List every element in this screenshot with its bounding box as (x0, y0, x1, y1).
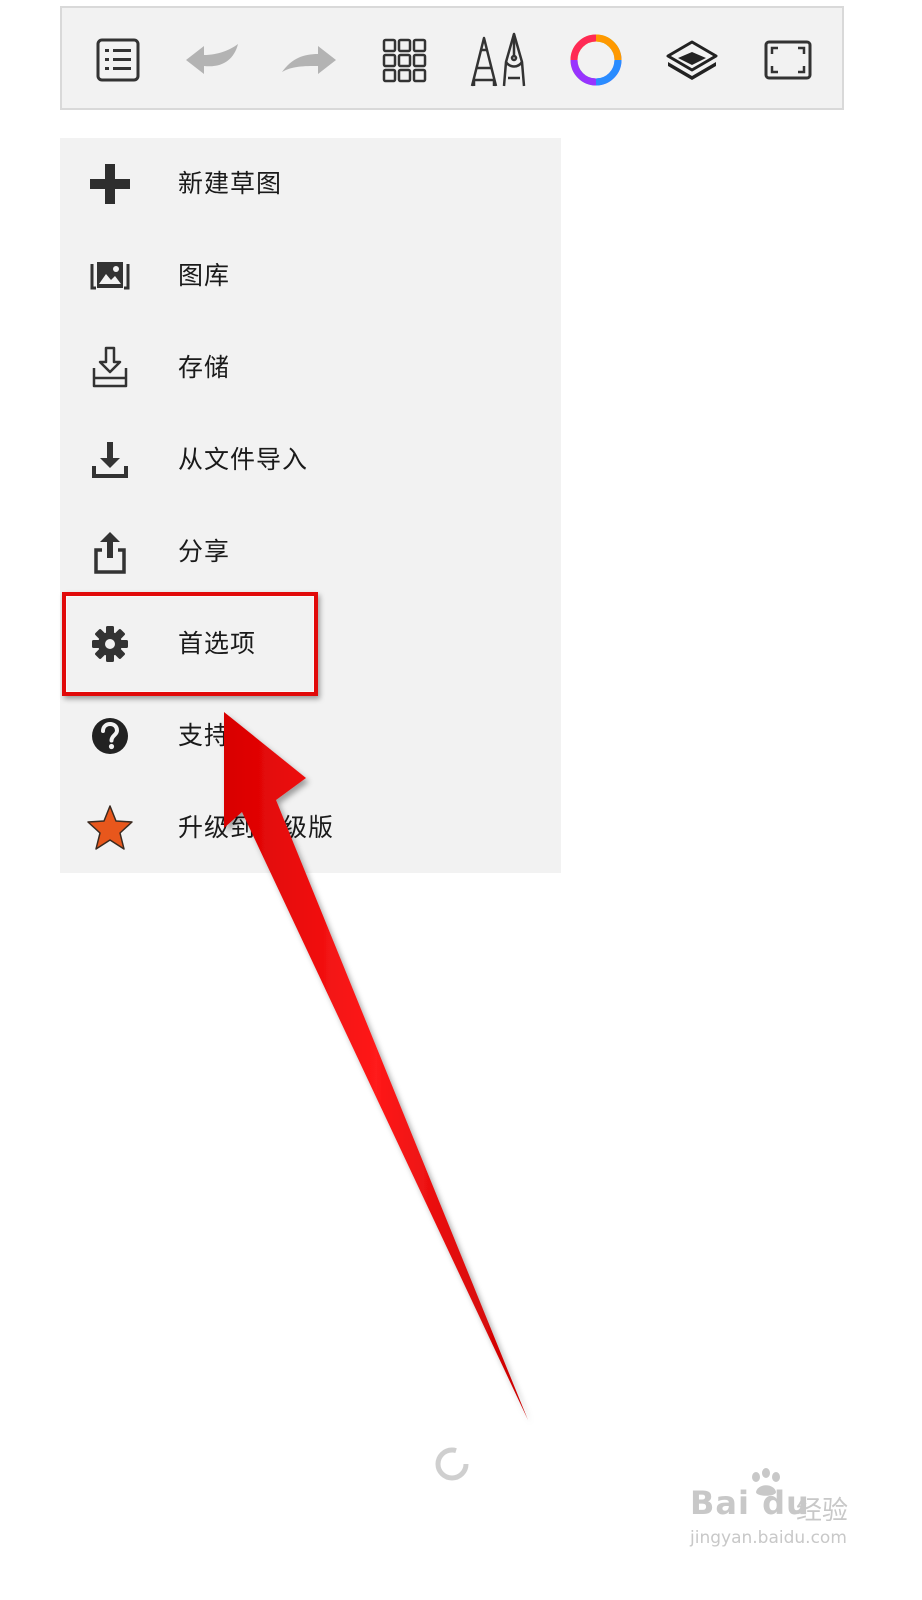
import-icon (86, 436, 134, 484)
watermark-url: jingyan.baidu.com (690, 1528, 847, 1548)
toolbar (60, 6, 844, 110)
menu-list-icon[interactable] (86, 28, 150, 92)
layers-icon[interactable] (660, 28, 724, 92)
share-icon (86, 528, 134, 576)
menu-item-new-sketch[interactable]: 新建草图 (60, 138, 561, 230)
fullscreen-icon[interactable] (756, 28, 820, 92)
menu-item-save[interactable]: 存储 (60, 322, 561, 414)
watermark-brand: Bai du (690, 1484, 810, 1522)
watermark-sub: 经验 (796, 1496, 849, 1526)
loading-spinner-icon (435, 1447, 469, 1481)
brush-pen-icon[interactable] (468, 28, 532, 92)
color-wheel-icon[interactable] (564, 28, 628, 92)
menu-item-label: 支持 (178, 721, 231, 750)
menu-item-label: 分享 (178, 537, 231, 566)
redo-icon[interactable] (276, 28, 340, 92)
watermark: Bai du 经验 jingyan.baidu.com (690, 1468, 860, 1558)
menu-item-gallery[interactable]: 图库 (60, 230, 561, 322)
menu-item-label: 从文件导入 (178, 445, 309, 474)
star-icon (86, 804, 134, 852)
undo-icon[interactable] (182, 28, 246, 92)
plus-icon (86, 160, 134, 208)
menu-item-share[interactable]: 分享 (60, 506, 561, 598)
menu-item-support[interactable]: 支持 (60, 690, 561, 782)
menu-item-label: 新建草图 (178, 169, 283, 198)
menu-item-label: 存储 (178, 353, 231, 382)
main-menu: 新建草图 图库 存储 从文件导入 分享 首选项 支持 升级到高级版 (60, 138, 561, 873)
menu-item-upgrade[interactable]: 升级到高级版 (60, 782, 561, 874)
gallery-icon (86, 252, 134, 300)
save-icon (86, 344, 134, 392)
help-icon (86, 712, 134, 760)
highlight-box (62, 592, 318, 696)
menu-item-label: 升级到高级版 (178, 813, 335, 842)
menu-item-label: 图库 (178, 261, 231, 290)
grid-icon[interactable] (372, 28, 436, 92)
menu-item-import[interactable]: 从文件导入 (60, 414, 561, 506)
